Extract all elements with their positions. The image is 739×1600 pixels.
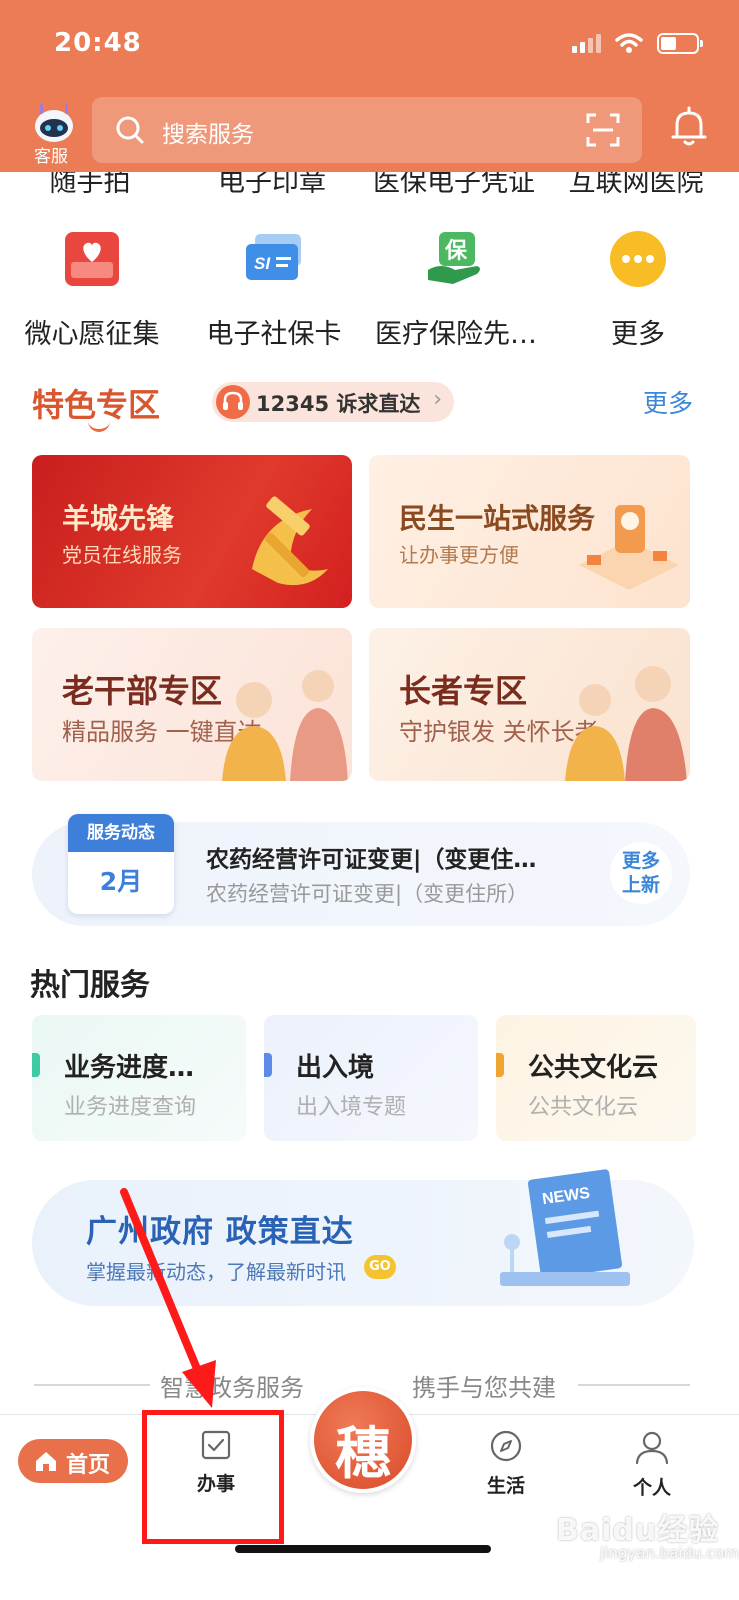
quick-service-social-card[interactable]: SI 电子社保卡	[182, 228, 366, 351]
hotline-text: 12345 诉求直达	[256, 392, 421, 416]
wifi-icon	[615, 33, 643, 53]
home-icon	[36, 1452, 56, 1471]
news-more-line: 更多	[621, 850, 660, 872]
center-sui-button[interactable]: 穗	[310, 1387, 416, 1493]
search-bar[interactable]: 搜索服务	[92, 97, 642, 163]
service-accent-marker	[32, 1053, 40, 1077]
card-party-pioneer[interactable]: 羊城先锋 党员在线服务	[32, 455, 352, 608]
scan-icon[interactable]	[586, 113, 620, 147]
service-title: 出入境	[296, 1053, 375, 1083]
service-accent-marker	[264, 1053, 272, 1077]
heart-envelope-icon	[65, 232, 119, 286]
center-glyph: 穗	[335, 1422, 391, 1487]
service-title: 公共文化云	[528, 1053, 659, 1083]
watermark-logo: Baidu经验	[556, 1513, 720, 1548]
calendar-icon: 服务动态 2月	[68, 814, 174, 914]
headset-icon	[216, 385, 250, 419]
policy-banner[interactable]: 广州政府 政策直达 掌握最新动态，了解最新时讯 GO NEWS	[32, 1169, 694, 1306]
calendar-label: 服务动态	[68, 814, 174, 852]
card-one-stop-service[interactable]: 民生一站式服务 让办事更方便	[369, 455, 690, 608]
card-title: 羊城先锋	[62, 502, 175, 535]
service-subtitle: 业务进度查询	[64, 1095, 197, 1120]
card-title: 民生一站式服务	[399, 502, 596, 535]
title-underline-decoration	[88, 420, 110, 432]
quick-service-insurance[interactable]: 保 医疗保险先…	[364, 228, 548, 351]
highlight-box	[142, 1410, 284, 1544]
hammer-sickle-icon	[252, 496, 328, 586]
news-board-illustration: NEWS	[500, 1169, 630, 1286]
card-badge-text: SI	[254, 254, 271, 273]
quick-service-label: 微心愿征集	[24, 319, 160, 350]
service-subtitle: 出入境专题	[296, 1095, 407, 1120]
watermark-url: jingyan.baidu.com	[600, 1544, 739, 1562]
service-accent-marker	[496, 1053, 504, 1077]
status-time: 20:48	[54, 28, 142, 58]
search-placeholder: 搜索服务	[162, 122, 254, 148]
isometric-city-illustration	[579, 505, 679, 590]
calendar-month: 2月	[99, 867, 143, 896]
social-security-card-icon: SI	[246, 234, 301, 280]
hotline-pill[interactable]: 12345 诉求直达 ›	[212, 382, 454, 422]
insurance-hand-icon: 保	[428, 232, 480, 284]
go-badge: GO	[364, 1255, 396, 1279]
quick-service-label: 更多	[611, 319, 665, 350]
card-subtitle: 让办事更方便	[399, 543, 519, 567]
user-icon	[635, 1431, 669, 1465]
news-more-button[interactable]: 更多 上新	[610, 842, 672, 904]
insurance-badge-text: 保	[444, 239, 468, 264]
tab-life-label: 生活	[486, 1475, 525, 1497]
hot-service-culture-cloud[interactable]: 公共文化云 公共文化云	[496, 1015, 696, 1141]
battery-icon	[657, 32, 703, 54]
support-label[interactable]: 客服	[34, 142, 68, 167]
tab-me[interactable]: 个人	[612, 1429, 692, 1500]
news-title: 农药经营许可证变更|（变更住…	[206, 847, 537, 873]
quick-service-wish[interactable]: 微心愿征集	[0, 228, 184, 351]
card-seniors[interactable]: 长者专区 守护银发 关怀长者	[369, 628, 690, 781]
home-indicator	[235, 1545, 491, 1553]
slogan-left: 智慧政务服务	[160, 1374, 304, 1402]
service-subtitle: 公共文化云	[528, 1095, 639, 1120]
feature-more-link[interactable]: 更多	[643, 384, 693, 420]
quick-service-label: 医疗保险先…	[375, 319, 537, 350]
tab-home-label: 首页	[66, 1453, 111, 1478]
elderly-couple-illustration	[222, 670, 348, 781]
more-dots-icon	[610, 231, 666, 287]
notification-bell-icon[interactable]	[671, 106, 707, 148]
tab-life[interactable]: 生活	[466, 1429, 546, 1498]
hot-service-progress[interactable]: 业务进度… 业务进度查询	[32, 1015, 246, 1141]
policy-subtitle: 掌握最新动态，了解最新时讯	[86, 1260, 346, 1284]
hot-service-exit-entry[interactable]: 出入境 出入境专题	[264, 1015, 478, 1141]
slogan-divider	[578, 1384, 690, 1386]
search-icon	[116, 116, 144, 144]
news-subtitle: 农药经营许可证变更|（变更住所）	[206, 882, 529, 906]
tab-home[interactable]: 首页	[18, 1439, 128, 1483]
slogan-divider	[34, 1384, 150, 1386]
quick-service-more[interactable]: 更多	[546, 228, 730, 351]
service-title: 业务进度…	[64, 1053, 195, 1083]
elderly-couple-illustration	[565, 666, 687, 781]
card-veteran-cadres[interactable]: 老干部专区 精品服务 一键直达	[32, 628, 352, 781]
news-more-line: 上新	[621, 874, 660, 896]
app-header: 20:48 客服 搜索服务	[0, 0, 739, 172]
compass-icon	[490, 1430, 522, 1462]
status-icons	[572, 32, 703, 54]
card-subtitle: 党员在线服务	[62, 543, 182, 567]
quick-service-label: 电子社保卡	[206, 319, 342, 350]
signal-icon	[572, 33, 601, 53]
slogan-right: 携手与您共建	[412, 1374, 556, 1402]
service-news-bar[interactable]: 服务动态 2月 农药经营许可证变更|（变更住… 农药经营许可证变更|（变更住所）…	[32, 814, 690, 926]
tab-me-label: 个人	[632, 1477, 671, 1499]
policy-title: 广州政府 政策直达	[86, 1214, 354, 1250]
hot-services-title: 热门服务	[30, 968, 150, 1003]
card-title: 长者专区	[399, 672, 528, 710]
chevron-right-icon: ›	[433, 387, 442, 412]
